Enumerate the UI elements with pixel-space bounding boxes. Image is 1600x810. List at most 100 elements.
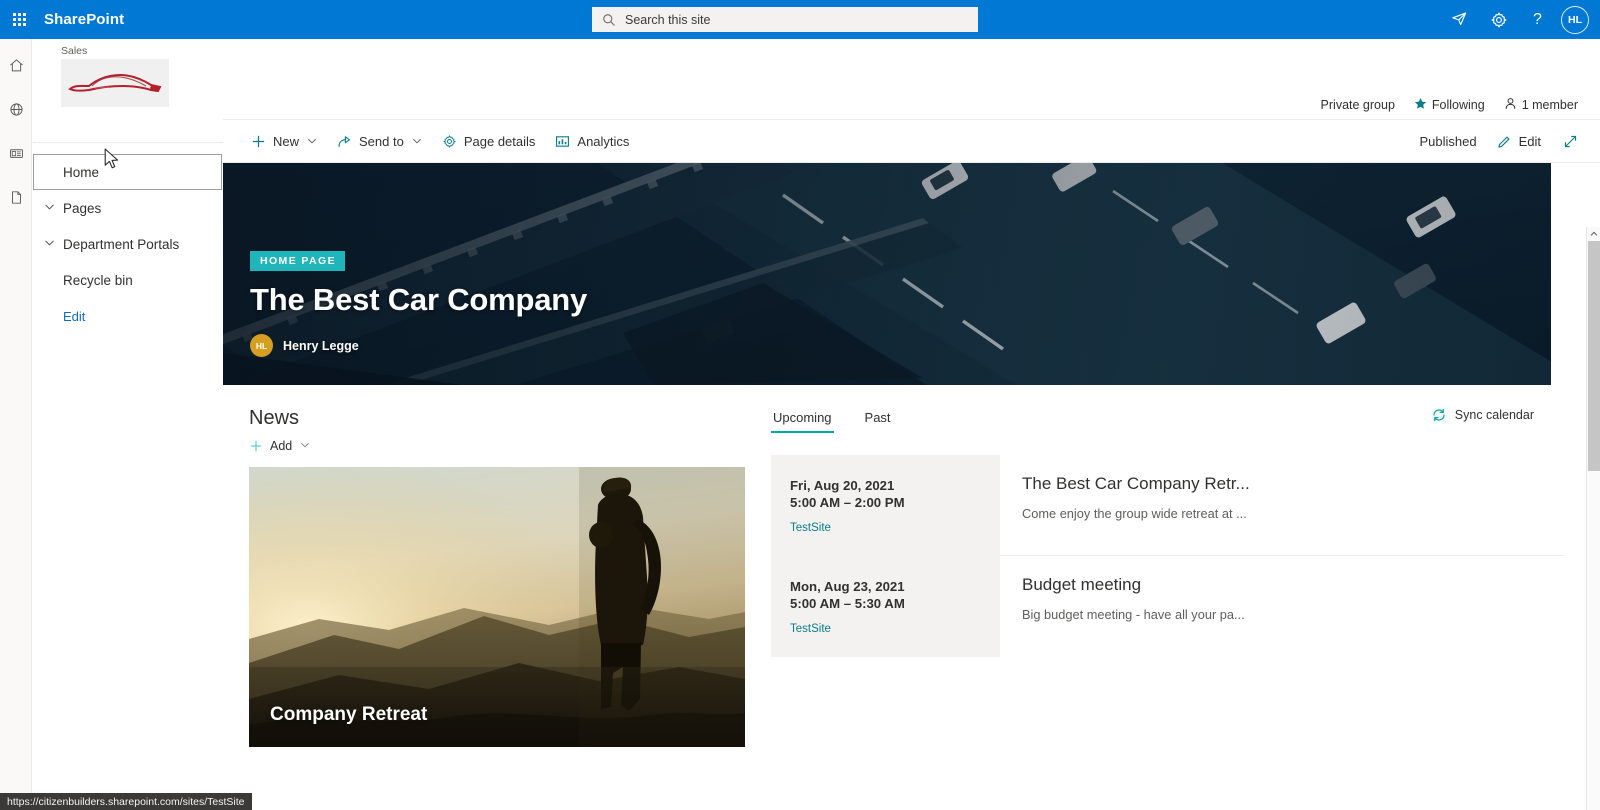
suite-actions: ? HL	[1440, 0, 1600, 39]
page-scrollbar[interactable]	[1586, 227, 1600, 810]
chevron-down-icon	[307, 134, 317, 149]
page-details-button[interactable]: Page details	[432, 120, 546, 163]
send-to-button[interactable]: Send to	[327, 120, 432, 163]
author-name: Henry Legge	[283, 338, 359, 353]
analytics-button[interactable]: Analytics	[545, 120, 639, 163]
event-date: Fri, Aug 20, 2021	[790, 478, 895, 493]
events-tabs: Upcoming Past Sync calendar	[771, 407, 1564, 435]
edit-label: Edit	[1518, 134, 1541, 149]
settings-gear-icon[interactable]	[1479, 0, 1518, 39]
sidebar-item-recycle-bin[interactable]: Recycle bin	[33, 262, 223, 298]
news-card-title: Company Retreat	[270, 704, 428, 725]
car-logo-icon	[68, 73, 162, 93]
site-meta-bar: Private group Following 1 member	[1321, 97, 1578, 113]
scroll-up-arrow-icon[interactable]	[1587, 227, 1600, 241]
event-description: Big budget meeting - have all your pa...	[1022, 607, 1245, 622]
command-bar-right: Published Edit	[1419, 120, 1586, 163]
following-button[interactable]: Following	[1414, 97, 1485, 113]
rail-globe-icon[interactable]	[0, 89, 32, 129]
user-avatar[interactable]: HL	[1561, 5, 1589, 34]
person-icon	[1504, 97, 1517, 113]
send-to-label: Send to	[359, 133, 404, 149]
hero-banner[interactable]: HOME PAGE The Best Car Company HL Henry …	[223, 163, 1551, 385]
site-logo-label: Sales	[61, 45, 88, 57]
search-icon	[603, 13, 615, 26]
hero-author[interactable]: HL Henry Legge	[250, 334, 587, 357]
feedback-icon[interactable]	[1440, 0, 1479, 39]
site-navigation: Sales Home Pages Department Portals Recy…	[33, 39, 223, 810]
tab-past[interactable]: Past	[863, 410, 893, 433]
news-add-button[interactable]: Add	[249, 439, 753, 453]
site-logo-image	[61, 59, 169, 107]
page-body: News Add Company Retreat Upcoming Past S…	[223, 385, 1600, 747]
hero-badge: HOME PAGE	[250, 251, 345, 271]
events-webpart: Upcoming Past Sync calendar Fri, Aug 20,…	[753, 407, 1600, 747]
event-row[interactable]: Fri, Aug 20, 2021 5:00 AM – 2:00 PM Test…	[771, 455, 1564, 556]
edit-page-button[interactable]: Edit	[1489, 120, 1549, 163]
expand-icon	[1563, 134, 1578, 149]
news-card[interactable]: Company Retreat	[249, 467, 745, 747]
event-description: Come enjoy the group wide retreat at ...	[1022, 506, 1247, 521]
event-site-link[interactable]: TestSite	[790, 623, 1000, 635]
chevron-down-icon	[44, 201, 55, 216]
sidebar-item-label: Pages	[63, 200, 102, 216]
chevron-down-icon	[300, 439, 310, 453]
rail-document-icon[interactable]	[0, 177, 32, 217]
sync-calendar-label: Sync calendar	[1454, 408, 1534, 422]
sidebar-item-department-portals[interactable]: Department Portals	[33, 226, 223, 262]
sidebar-item-pages[interactable]: Pages	[33, 190, 223, 226]
search-box[interactable]	[592, 7, 978, 32]
page-canvas: Private group Following 1 member New Sen…	[223, 39, 1600, 810]
new-button[interactable]: New	[241, 120, 327, 163]
sidebar-item-label: Home	[63, 164, 100, 180]
help-icon[interactable]: ?	[1518, 0, 1557, 39]
gear-icon	[442, 134, 457, 149]
waffle-grid-icon	[13, 13, 26, 26]
tab-upcoming[interactable]: Upcoming	[771, 410, 834, 433]
chevron-down-icon	[44, 237, 55, 252]
event-time: 5:00 AM – 2:00 PM	[790, 495, 905, 510]
sidebar-item-label: Edit	[63, 308, 86, 324]
scrollbar-thumb[interactable]	[1588, 241, 1600, 471]
chevron-down-icon	[412, 134, 422, 149]
sidebar-edit-nav-link[interactable]: Edit	[33, 298, 223, 334]
event-row[interactable]: Mon, Aug 23, 2021 5:00 AM – 5:30 AM Test…	[771, 556, 1564, 657]
event-date: Mon, Aug 23, 2021	[790, 579, 905, 594]
star-icon	[1414, 97, 1427, 113]
event-site-link[interactable]: TestSite	[790, 522, 1000, 534]
sharepoint-brand-link[interactable]: SharePoint	[44, 11, 124, 28]
event-datetime: Mon, Aug 23, 2021 5:00 AM – 5:30 AM Test…	[771, 556, 1000, 657]
status-bar-url: https://citizenbuilders.sharepoint.com/s…	[0, 793, 252, 810]
sidebar-item-label: Department Portals	[63, 236, 180, 252]
suite-bar: SharePoint ? HL	[0, 0, 1600, 39]
event-time: 5:00 AM – 5:30 AM	[790, 596, 905, 611]
nav-list: Home Pages Department Portals Recycle bi…	[33, 154, 223, 334]
author-avatar: HL	[250, 334, 273, 357]
send-to-icon	[337, 134, 352, 149]
event-info: Budget meeting Big budget meeting - have…	[1000, 556, 1564, 657]
event-info: The Best Car Company Retr... Come enjoy …	[1000, 455, 1564, 556]
search-input[interactable]	[625, 12, 955, 27]
site-logo-block[interactable]: Sales	[33, 39, 223, 107]
page-details-label: Page details	[463, 133, 536, 149]
nav-divider	[33, 142, 223, 143]
event-datetime: Fri, Aug 20, 2021 5:00 AM – 2:00 PM Test…	[771, 455, 1000, 556]
sidebar-item-label: Recycle bin	[63, 272, 133, 288]
rail-news-icon[interactable]	[0, 133, 32, 173]
page-title: The Best Car Company	[250, 282, 588, 317]
event-title: The Best Car Company Retr...	[1022, 474, 1250, 493]
rail-home-icon[interactable]	[0, 45, 32, 85]
event-title: Budget meeting	[1022, 575, 1142, 594]
news-add-label: Add	[270, 439, 293, 453]
app-launcher-button[interactable]	[0, 0, 39, 39]
site-header-row: Private group Following 1 member	[223, 39, 1600, 119]
command-bar: New Send to Page details Analytics Publi…	[223, 119, 1600, 163]
analytics-label: Analytics	[577, 133, 630, 149]
following-label: Following	[1431, 98, 1485, 112]
analytics-icon	[555, 134, 570, 149]
sync-calendar-button[interactable]: Sync calendar	[1431, 407, 1534, 423]
full-screen-button[interactable]	[1555, 120, 1586, 163]
sidebar-item-home[interactable]: Home	[33, 154, 222, 190]
members-button[interactable]: 1 member	[1504, 97, 1578, 113]
plus-icon	[249, 439, 263, 453]
